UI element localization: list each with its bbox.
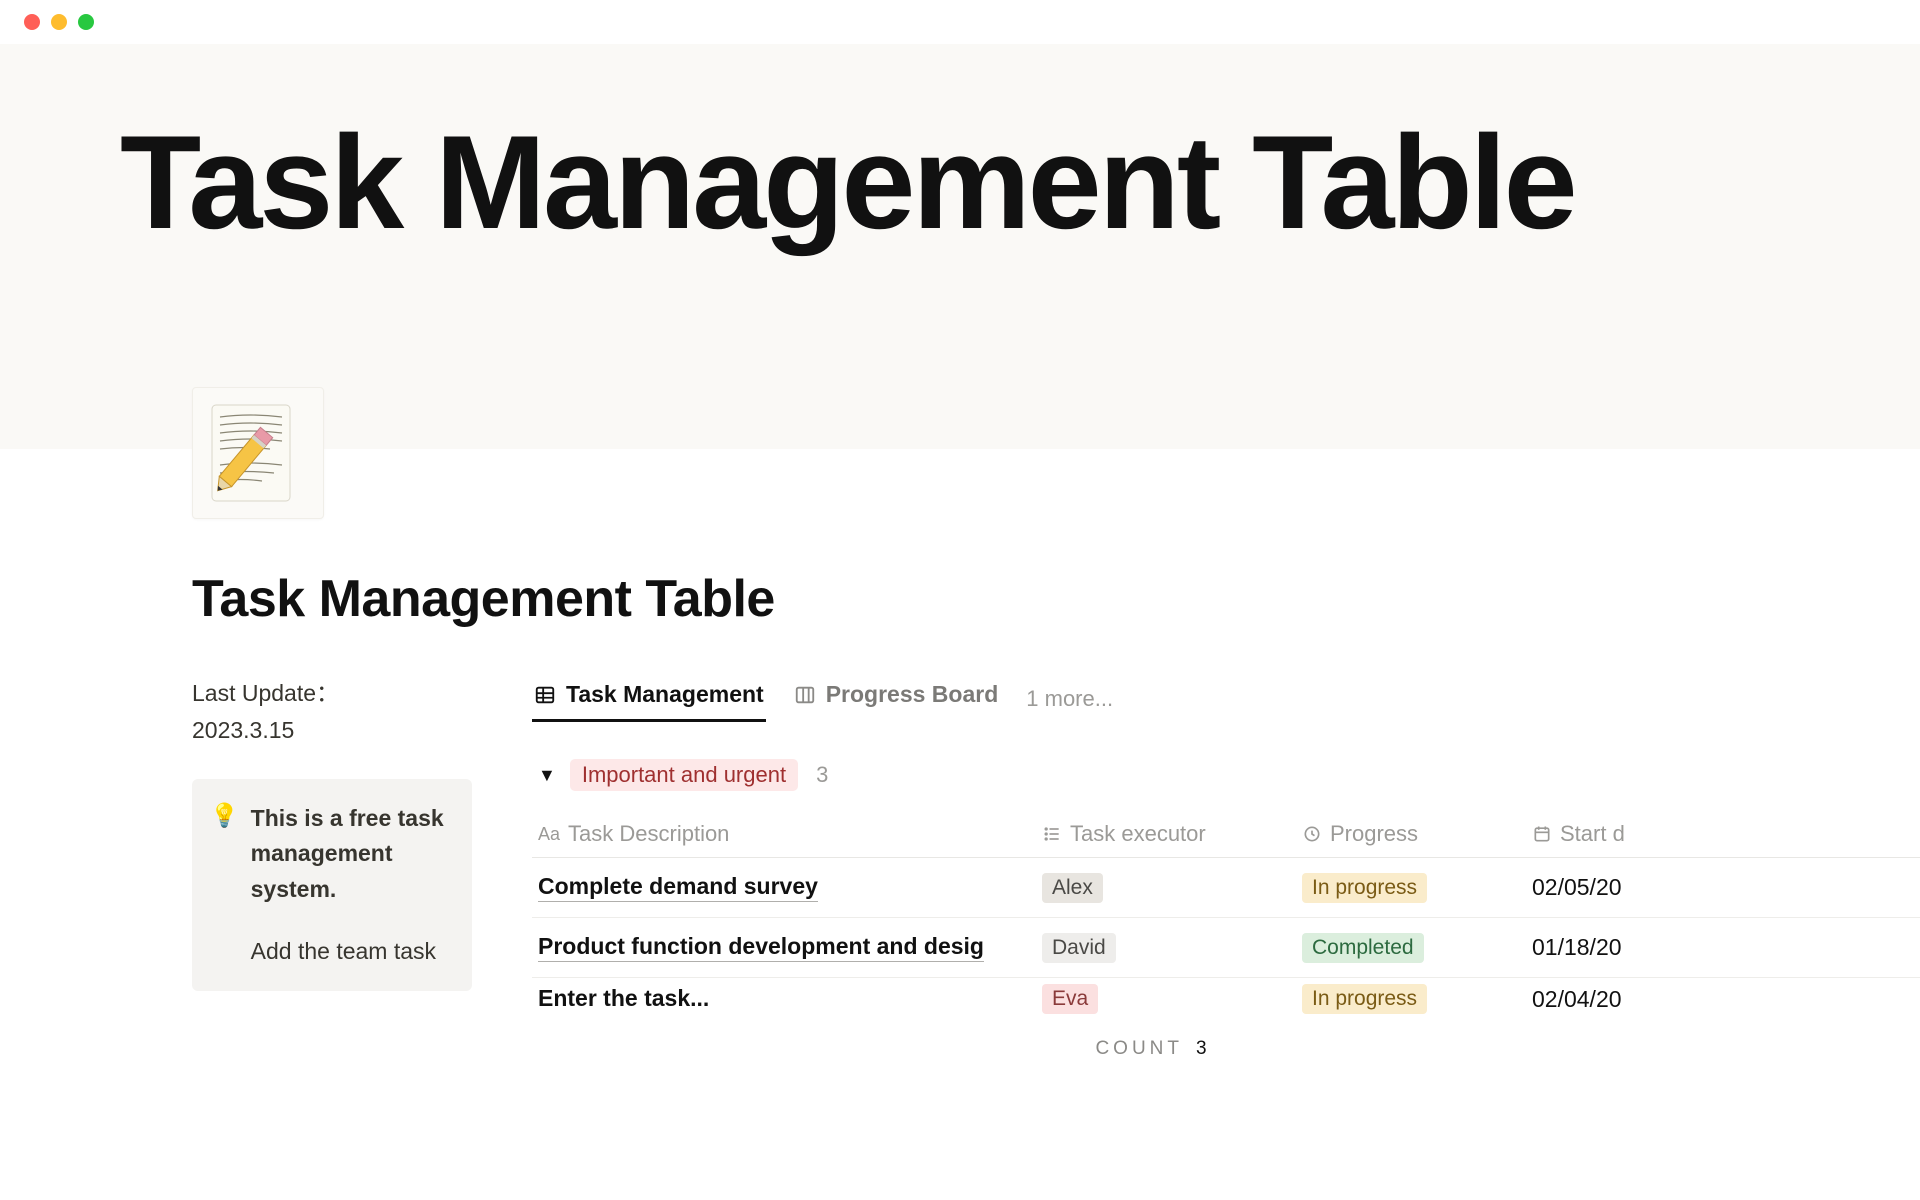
- cell-start-date[interactable]: 01/18/20: [1532, 934, 1692, 961]
- column-header-executor[interactable]: Task executor: [1042, 821, 1302, 847]
- tabs-more[interactable]: 1 more...: [1026, 686, 1113, 712]
- group-pill[interactable]: Important and urgent: [570, 759, 798, 791]
- database-tabs: Task Management Progress Board 1 more...: [532, 675, 1920, 725]
- table-header-row: Aa Task Description Task executor: [532, 821, 1920, 858]
- last-update-label: Last Update：: [192, 680, 339, 706]
- cell-executor-tag[interactable]: Alex: [1042, 873, 1103, 903]
- column-label: Start d: [1560, 821, 1625, 847]
- last-update: Last Update： 2023.3.15: [192, 675, 472, 749]
- table-icon: [534, 684, 556, 706]
- list-icon: [1042, 824, 1062, 844]
- cell-executor-tag[interactable]: Eva: [1042, 984, 1098, 1014]
- page-title: Task Management Table: [192, 569, 1920, 629]
- tab-label: Task Management: [566, 681, 764, 708]
- title-prop-icon: Aa: [538, 824, 560, 845]
- tab-label: Progress Board: [826, 681, 999, 708]
- cell-start-date[interactable]: 02/05/20: [1532, 874, 1692, 901]
- page-hero: Task Management Table: [0, 44, 1920, 449]
- left-sidebar: Last Update： 2023.3.15 💡 This is a free …: [192, 675, 472, 1060]
- page-content: Task Management Table Last Update： 2023.…: [0, 449, 1920, 1060]
- last-update-value: 2023.3.15: [192, 717, 294, 743]
- table-body: Complete demand survey Alex In progress 02/…: [532, 858, 1920, 1020]
- column-header-start-date[interactable]: Start d: [1532, 821, 1692, 847]
- group-count: 3: [816, 762, 828, 788]
- callout-para-1: This is a free task management system.: [251, 801, 452, 908]
- window-zoom-button[interactable]: [78, 14, 94, 30]
- memo-pencil-icon: [204, 399, 312, 507]
- callout-box: 💡 This is a free task management system.…: [192, 779, 472, 992]
- board-icon: [794, 684, 816, 706]
- callout-text: This is a free task management system. A…: [251, 801, 452, 970]
- calendar-icon: [1532, 824, 1552, 844]
- callout-para-2: Add the team task: [251, 934, 452, 970]
- column-label: Task Description: [568, 821, 729, 847]
- tab-task-management[interactable]: Task Management: [532, 675, 766, 722]
- group-collapse-caret-icon[interactable]: ▼: [538, 765, 556, 786]
- group-header[interactable]: ▼ Important and urgent 3: [532, 759, 1920, 791]
- hero-title: Task Management Table: [120, 114, 1920, 254]
- count-label: COUNT: [1095, 1038, 1182, 1059]
- window-titlebar: [0, 0, 1920, 44]
- cell-description[interactable]: Enter the task...: [538, 985, 709, 1013]
- window-close-button[interactable]: [24, 14, 40, 30]
- column-label: Task executor: [1070, 821, 1206, 847]
- cell-start-date[interactable]: 02/04/20: [1532, 986, 1692, 1013]
- cell-progress-tag[interactable]: In progress: [1302, 984, 1427, 1014]
- database-area: Task Management Progress Board 1 more...…: [532, 675, 1920, 1060]
- cell-progress-tag[interactable]: Completed: [1302, 933, 1424, 963]
- table-row[interactable]: Enter the task... Eva In progress 02/04/20: [532, 978, 1920, 1020]
- window-minimize-button[interactable]: [51, 14, 67, 30]
- page-icon[interactable]: [192, 387, 324, 519]
- column-header-progress[interactable]: Progress: [1302, 821, 1532, 847]
- table-count-footer: COUNT 3: [532, 1038, 1920, 1060]
- cell-executor-tag[interactable]: David: [1042, 933, 1116, 963]
- lightbulb-icon: 💡: [210, 801, 239, 970]
- cell-description[interactable]: Complete demand survey: [538, 873, 818, 902]
- cell-progress-tag[interactable]: In progress: [1302, 873, 1427, 903]
- cell-description[interactable]: Product function development and desig: [538, 933, 984, 962]
- status-icon: [1302, 824, 1322, 844]
- table-row[interactable]: Complete demand survey Alex In progress 02/…: [532, 858, 1920, 918]
- column-label: Progress: [1330, 821, 1418, 847]
- table-row[interactable]: Product function development and desig Da…: [532, 918, 1920, 978]
- count-value: 3: [1196, 1038, 1207, 1059]
- column-header-description[interactable]: Aa Task Description: [532, 821, 1042, 847]
- tab-progress-board[interactable]: Progress Board: [792, 675, 1001, 722]
